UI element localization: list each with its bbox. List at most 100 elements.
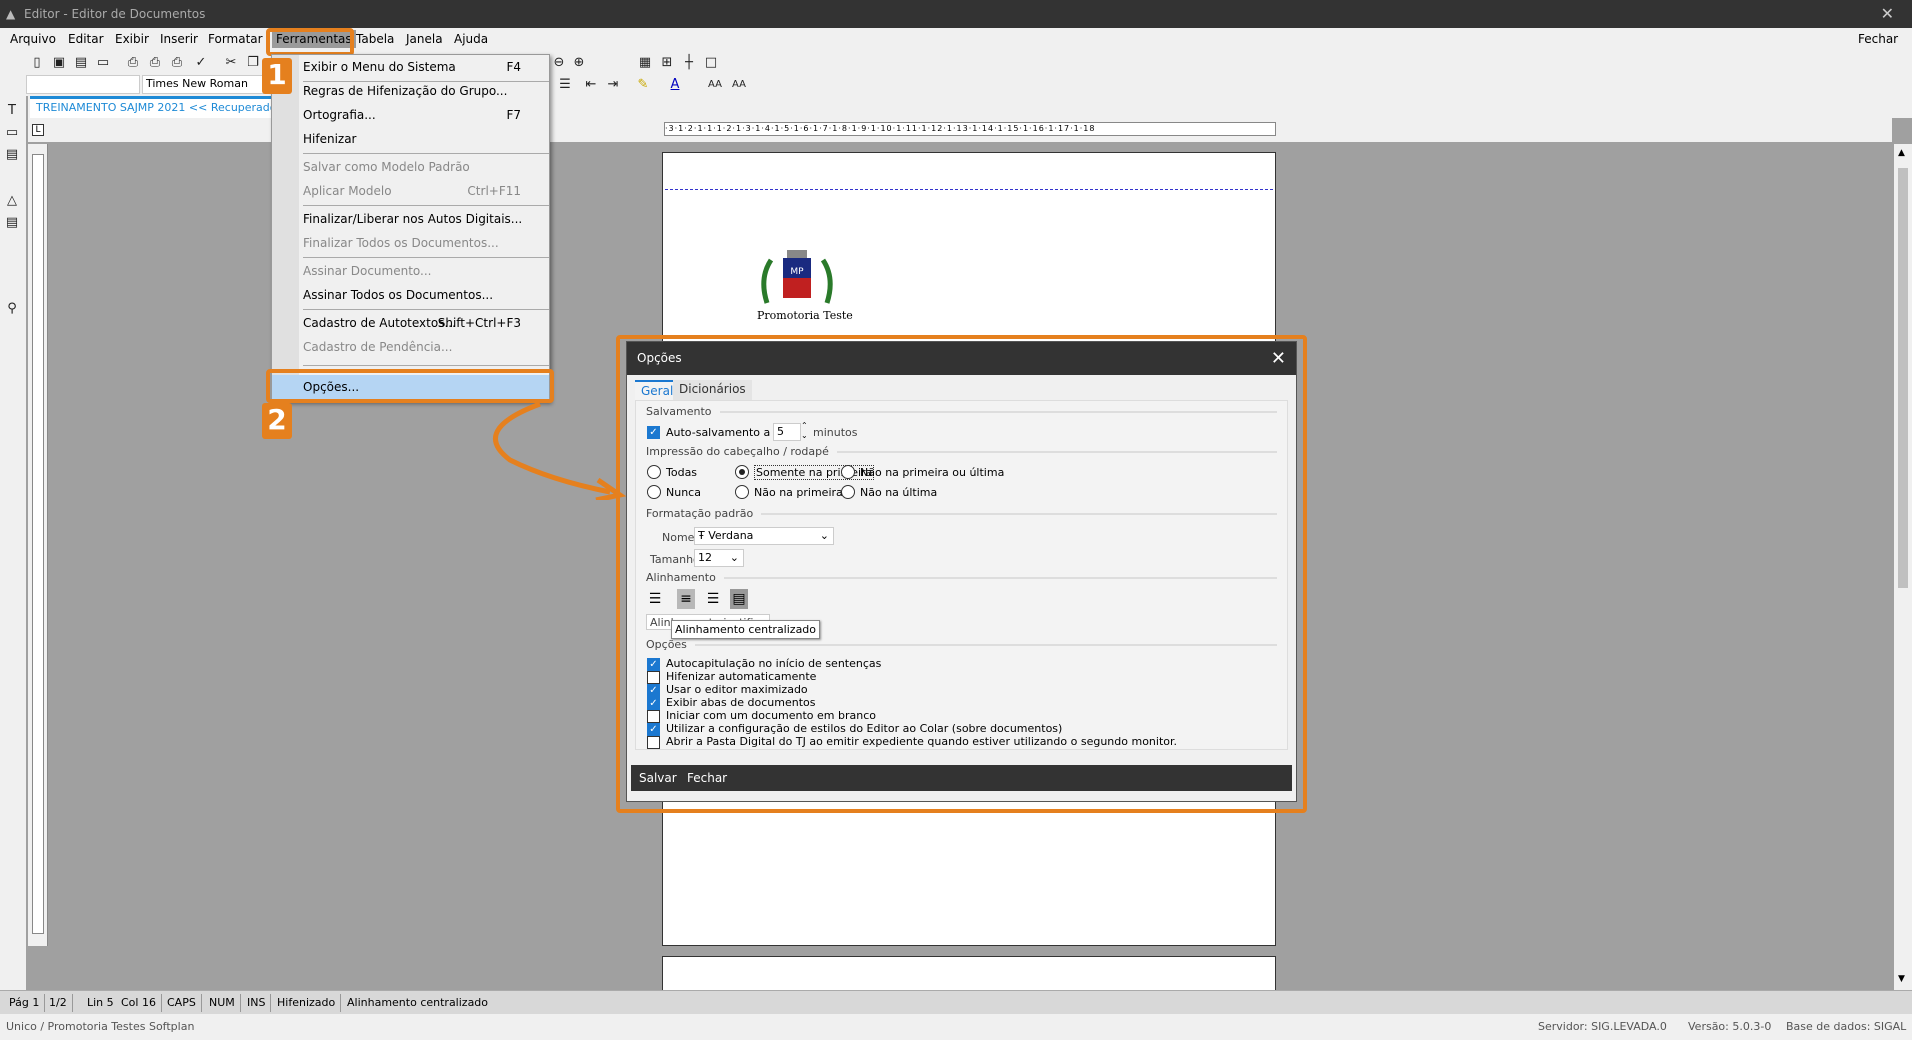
form-icon[interactable]: ▤	[3, 146, 21, 164]
print-icon[interactable]: ⎙	[124, 54, 142, 72]
fechar-doc-button[interactable]: Fechar	[1858, 32, 1898, 46]
radio-somente-primeira[interactable]	[735, 465, 749, 479]
menu-ajuda[interactable]: Ajuda	[454, 32, 488, 46]
menu-item[interactable]: Ortografia... F7	[272, 103, 549, 127]
align-left-icon[interactable]: ☰	[646, 589, 664, 609]
insert-cross-icon[interactable]: ┼	[680, 54, 698, 72]
window-close-button[interactable]: ✕	[1881, 0, 1894, 28]
radio-nao-primeira-label: Não na primeira	[754, 486, 843, 499]
option-checkbox[interactable]	[647, 671, 660, 684]
radio-nao-ultima[interactable]	[841, 485, 855, 499]
font-size-select[interactable]: 12 ⌄	[694, 549, 744, 567]
menu-item[interactable]: Aplicar Modelo Ctrl+F11	[272, 179, 549, 203]
zoom-out-icon[interactable]: ⊖	[550, 54, 568, 72]
align-center-icon[interactable]: ≡	[677, 589, 695, 609]
radio-nao-primeira[interactable]	[735, 485, 749, 499]
menu-item[interactable]: Cadastro de Pendência...	[272, 335, 549, 359]
list-icon[interactable]: ☰	[556, 76, 574, 94]
close-button[interactable]: Fechar	[687, 765, 727, 791]
blank-page-icon[interactable]: ▯	[28, 54, 46, 72]
list-doc-icon[interactable]: ▤	[3, 214, 21, 232]
menu-editar[interactable]: Editar	[68, 32, 104, 46]
dialog-close-button[interactable]: ✕	[1271, 342, 1286, 375]
menu-exibir[interactable]: Exibir	[115, 32, 149, 46]
menu-item[interactable]: Finalizar Todos os Documentos...	[272, 231, 549, 255]
menu-arquivo[interactable]: Arquivo	[10, 32, 56, 46]
model-icon[interactable]: ▤	[72, 54, 90, 72]
autosave-checkbox[interactable]: ✓	[647, 426, 660, 439]
table-grid-icon[interactable]: ▦	[636, 54, 654, 72]
copy-icon[interactable]: ❐	[244, 54, 262, 72]
field-icon[interactable]: ▭	[3, 124, 21, 142]
minutes-spinner[interactable]: ⌃ ⌄	[801, 421, 808, 441]
indent-increase-icon[interactable]: ⇥	[604, 76, 622, 94]
menu-item-label: Ortografia...	[303, 108, 376, 122]
status-bar: Pág 1 1/2 Lin 5 Col 16 CAPS NUM INS Hife…	[0, 990, 1912, 1014]
menu-item[interactable]: Cadastro de Autotextos... Shift+Ctrl+F3	[272, 311, 549, 335]
menu-janela[interactable]: Janela	[406, 32, 443, 46]
radio-nao-primeira-ultima[interactable]	[841, 465, 855, 479]
menu-separator	[303, 205, 549, 206]
menu-item[interactable]: Hifenizar	[272, 127, 549, 151]
menu-tabela[interactable]: Tabela	[356, 32, 394, 46]
menu-item[interactable]: Assinar Documento...	[272, 259, 549, 283]
autosave-minutes-input[interactable]: 5	[773, 423, 801, 441]
menu-item[interactable]: Regras de Hifenização do Grupo...	[272, 79, 549, 103]
option-checkbox[interactable]	[647, 736, 660, 749]
menu-item-label: Assinar Documento...	[303, 264, 432, 278]
tooltip: Alinhamento centralizado	[671, 620, 821, 639]
scroll-up-icon[interactable]: ▲	[1898, 148, 1905, 158]
option-checkbox[interactable]: ✓	[647, 684, 660, 697]
spellcheck-icon[interactable]: ✓	[192, 54, 210, 72]
table-icon[interactable]: ⊞	[658, 54, 676, 72]
save-icon[interactable]: ▭	[94, 54, 112, 72]
print-setup-icon[interactable]: ⎙	[168, 54, 186, 72]
option-checkbox[interactable]: ✓	[647, 723, 660, 736]
font-name-select[interactable]: Ŧ Verdana ⌄	[694, 527, 834, 545]
font-name-label: Nome	[662, 531, 695, 544]
option-checkbox[interactable]: ✓	[647, 697, 660, 710]
menu-inserir[interactable]: Inserir	[160, 32, 198, 46]
radio-todas[interactable]	[647, 465, 661, 479]
menu-item[interactable]: Exibir o Menu do Sistema F4	[272, 55, 549, 79]
save-button[interactable]: Salvar	[639, 765, 677, 791]
radio-nunca-label: Nunca	[666, 486, 701, 499]
vertical-ruler[interactable]	[28, 144, 48, 946]
align-justify-icon[interactable]: ▤	[730, 589, 748, 609]
style-select[interactable]	[26, 75, 140, 94]
print-preview-icon[interactable]: ⎙	[146, 54, 164, 72]
zoom-in-icon[interactable]: ⊕	[570, 54, 588, 72]
open-icon[interactable]: ▣	[50, 54, 68, 72]
option-label: Abrir a Pasta Digital do TJ ao emitir ex…	[666, 735, 1178, 748]
scroll-down-icon[interactable]: ▼	[1898, 974, 1905, 984]
option-label: Autocapitulação no início de sentenças	[666, 657, 882, 670]
font-color-icon[interactable]: A	[666, 76, 684, 94]
indent-decrease-icon[interactable]: ⇤	[582, 76, 600, 94]
tab-dicionarios[interactable]: Dicionários	[673, 380, 752, 400]
format-painter-icon[interactable]: ⚲	[3, 300, 21, 318]
group-alinhamento: Alinhamento	[646, 571, 1277, 584]
scroll-thumb[interactable]	[1898, 168, 1908, 588]
menu-item[interactable]: Assinar Todos os Documentos...	[272, 283, 549, 307]
image-icon[interactable]: △	[3, 192, 21, 210]
radio-nunca[interactable]	[647, 485, 661, 499]
menu-formatar[interactable]: Formatar	[208, 32, 263, 46]
menu-separator	[303, 309, 549, 310]
align-right-icon[interactable]: ☰	[704, 589, 722, 609]
menu-item[interactable]: Salvar como Modelo Padrão	[272, 155, 549, 179]
font-select[interactable]: Times New Roman	[142, 75, 266, 94]
cut-icon[interactable]: ✂	[222, 54, 240, 72]
tab-stop-icon[interactable]: L	[32, 124, 44, 136]
vertical-scrollbar[interactable]: ▲ ▼	[1894, 144, 1912, 990]
cell-icon[interactable]: □	[702, 54, 720, 72]
option-checkbox[interactable]	[647, 710, 660, 723]
font-size-increase-icon[interactable]: AA	[706, 76, 724, 94]
status-pages: 1/2	[44, 994, 73, 1012]
horizontal-ruler[interactable]: ·3·1·2·1·1·1·2·1·3·1·4·1·5·1·6·1·7·1·8·1…	[664, 122, 1276, 136]
text-tool-icon[interactable]: T	[3, 102, 21, 120]
document-tab[interactable]: TREINAMENTO SAJMP 2021 << Recuperado >>	[30, 96, 305, 118]
menu-item[interactable]: Finalizar/Liberar nos Autos Digitais...	[272, 207, 549, 231]
highlight-icon[interactable]: ✎	[634, 76, 652, 94]
font-size-decrease-icon[interactable]: AA	[730, 76, 748, 94]
option-checkbox[interactable]: ✓	[647, 658, 660, 671]
